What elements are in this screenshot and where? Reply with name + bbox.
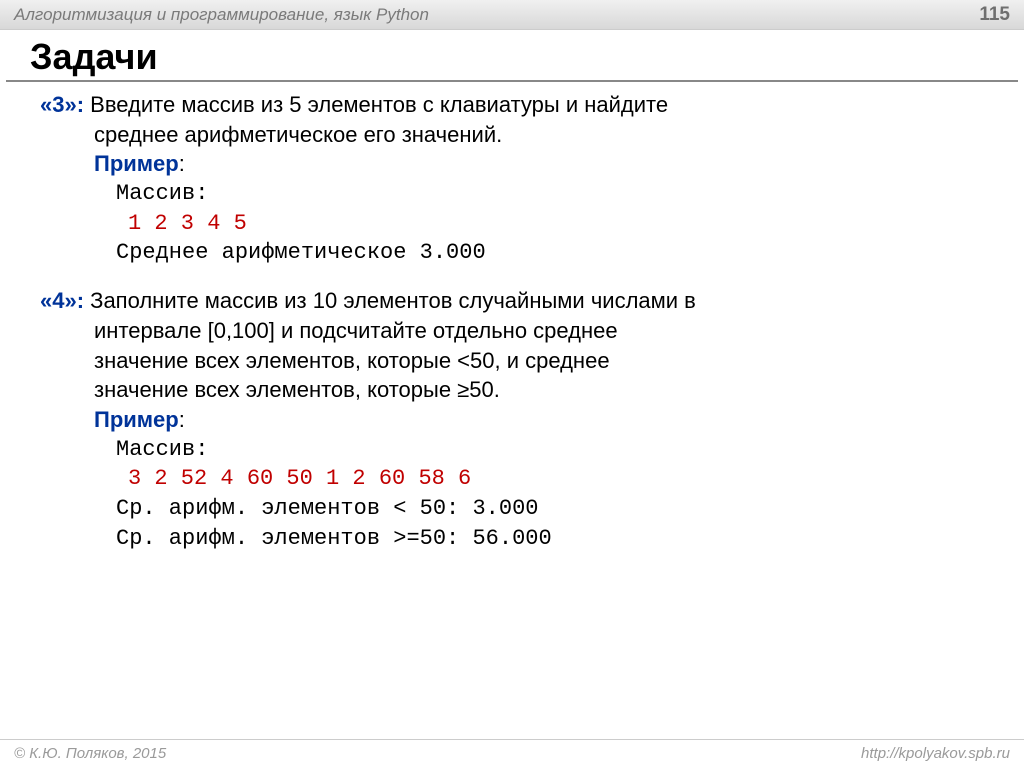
example-colon: : <box>179 151 185 176</box>
task-4: «4»: Заполните массив из 10 элементов сл… <box>40 286 1000 553</box>
footer-url: http://kpolyakov.spb.ru <box>861 745 1010 762</box>
task-3-text-1: Введите массив из 5 элементов с клавиату… <box>84 92 668 117</box>
task-3-example-label: Пример: <box>40 149 1000 179</box>
task-3: «3»: Введите массив из 5 элементов с кла… <box>40 90 1000 268</box>
task-4-text-1: Заполните массив из 10 элементов случайн… <box>84 288 696 313</box>
task-4-result-2: Ср. арифм. элементов >=50: 56.000 <box>40 524 1000 554</box>
footer-bar: © К.Ю. Поляков, 2015 http://kpolyakov.sp… <box>0 739 1024 767</box>
task-4-arr-values: 3 2 52 4 60 50 1 2 60 58 6 <box>40 464 1000 494</box>
task-4-example-label: Пример: <box>40 405 1000 435</box>
task-3-result: Среднее арифметическое 3.000 <box>40 238 1000 268</box>
task-3-arr-label: Массив: <box>40 179 1000 209</box>
slide-title: Задачи <box>6 30 1018 82</box>
example-word-4: Пример <box>94 407 179 432</box>
task-4-text-2: интервале [0,100] и подсчитайте отдельно… <box>40 316 1000 346</box>
task-4-arr-label: Массив: <box>40 435 1000 465</box>
example-colon-4: : <box>179 407 185 432</box>
task-3-text-2: среднее арифметическое его значений. <box>40 120 1000 150</box>
course-title: Алгоритмизация и программирование, язык … <box>14 5 429 25</box>
task-3-line1: «3»: Введите массив из 5 элементов с кла… <box>40 90 1000 120</box>
task-4-result-1: Ср. арифм. элементов < 50: 3.000 <box>40 494 1000 524</box>
task-4-line1: «4»: Заполните массив из 10 элементов сл… <box>40 286 1000 316</box>
task-4-label: «4»: <box>40 288 84 313</box>
footer-copyright: © К.Ю. Поляков, 2015 <box>14 745 166 762</box>
slide: Алгоритмизация и программирование, язык … <box>0 0 1024 767</box>
task-3-label: «3»: <box>40 92 84 117</box>
example-word: Пример <box>94 151 179 176</box>
content-area: «3»: Введите массив из 5 элементов с кла… <box>0 82 1024 553</box>
task-4-text-3: значение всех элементов, которые <50, и … <box>40 346 1000 376</box>
header-bar: Алгоритмизация и программирование, язык … <box>0 0 1024 30</box>
task-3-arr-values: 1 2 3 4 5 <box>40 209 1000 239</box>
task-4-text-4: значение всех элементов, которые ≥50. <box>40 375 1000 405</box>
page-number: 115 <box>979 4 1010 26</box>
